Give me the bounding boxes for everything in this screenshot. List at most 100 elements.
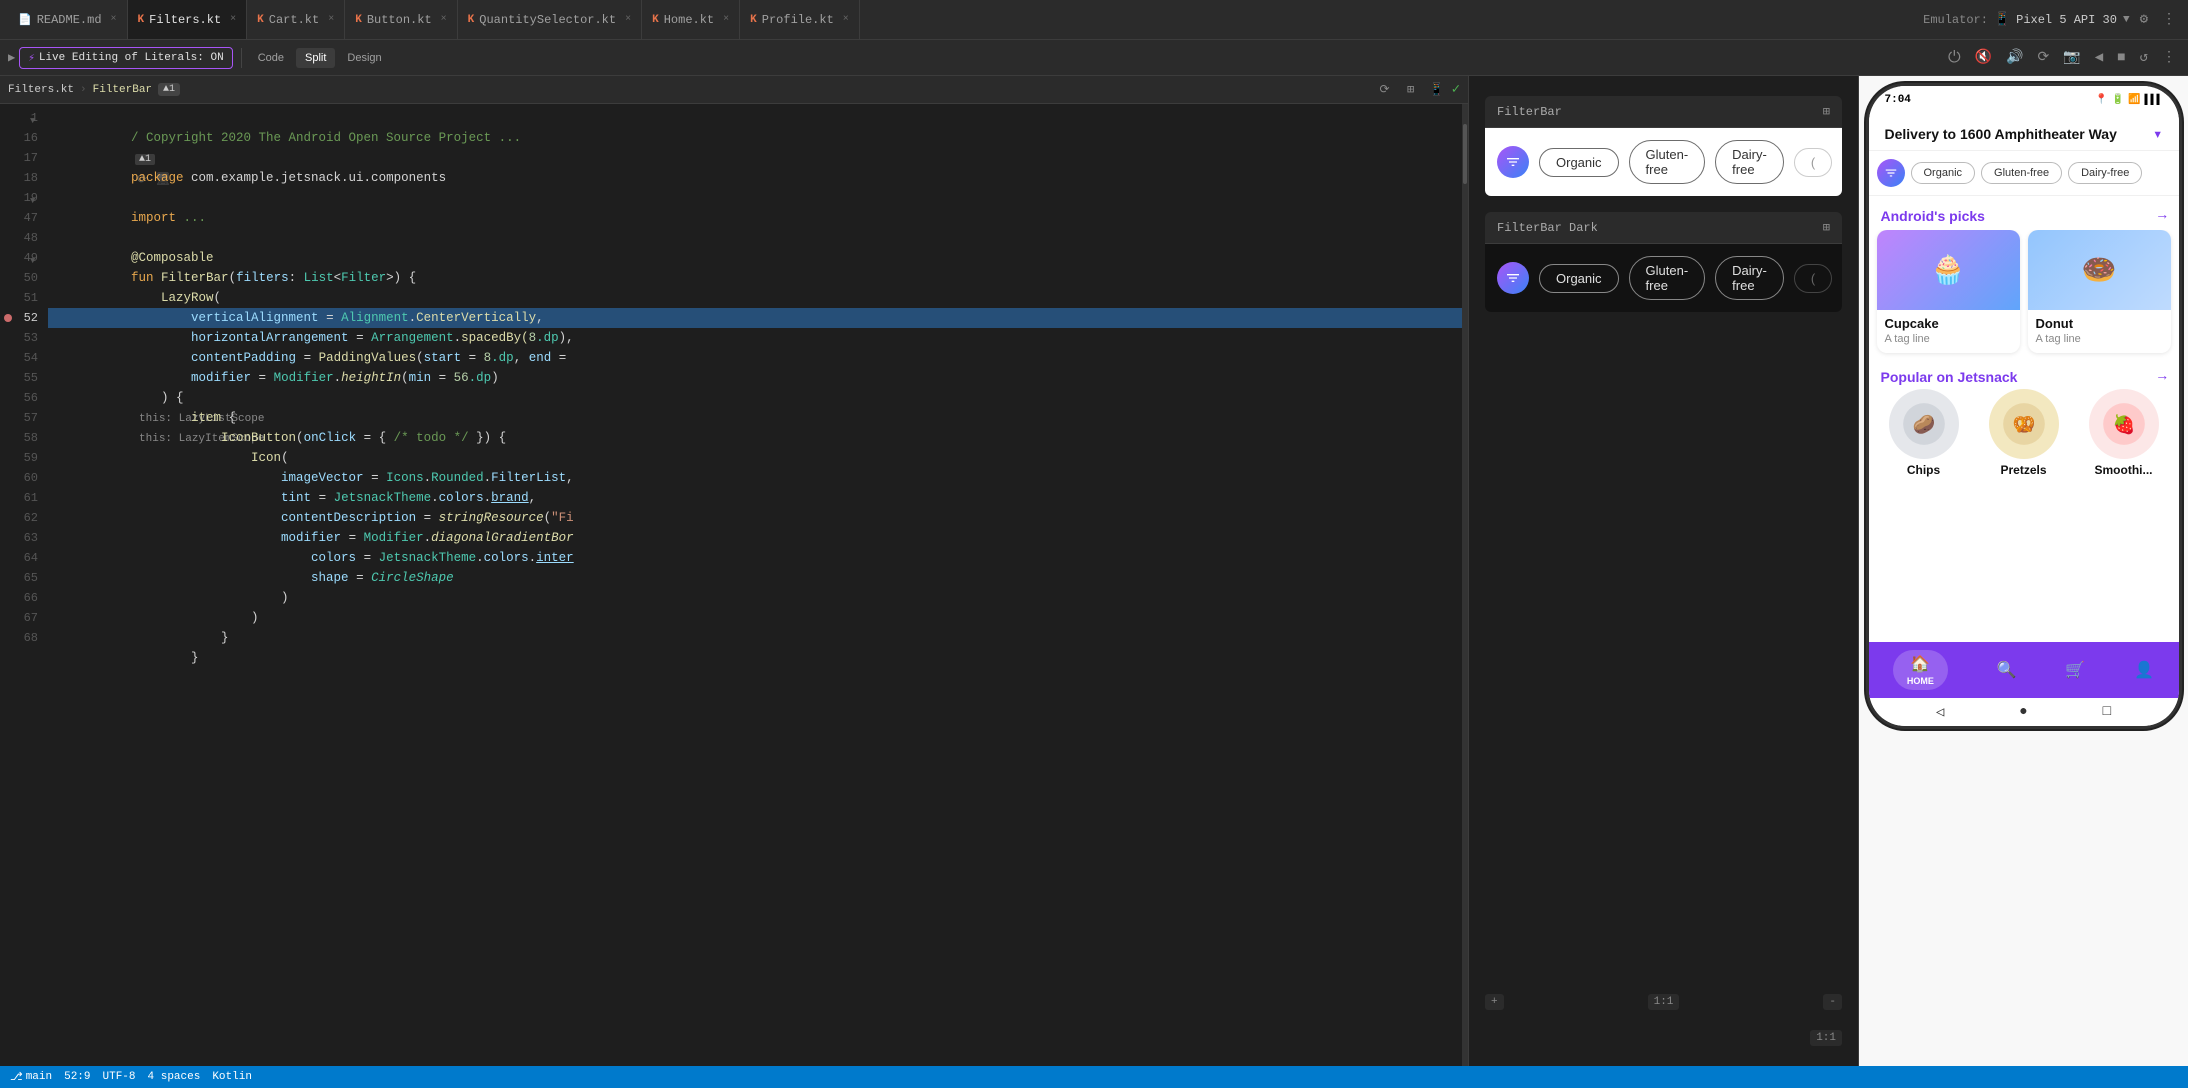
more-options-icon[interactable]: ⋮ <box>2158 47 2180 68</box>
popular-arrow[interactable]: → <box>2158 369 2166 385</box>
phone-status-bar: 7:04 📍 🔋 📶 ▌▌▌ <box>1869 86 2179 114</box>
nav-search[interactable]: 🔍 <box>1997 660 2017 680</box>
phone-delivery-bar: Delivery to 1600 Amphitheater Way ▾ <box>1869 114 2179 151</box>
cupcake-image: 🧁 <box>1877 230 2020 310</box>
phone-filter-icon[interactable] <box>1877 159 1905 187</box>
gutter-line-60: 60 <box>0 468 48 488</box>
scale-button-minus[interactable]: - <box>1823 994 1842 1010</box>
phone-picks-row: 🧁 Cupcake A tag line 🍩 Donut A tag line <box>1869 230 2179 361</box>
kotlin-icon-filters: K <box>138 14 145 26</box>
status-indent[interactable]: 4 spaces <box>148 1071 201 1083</box>
status-line-col[interactable]: 52:9 <box>64 1071 90 1083</box>
tab-filters[interactable]: K Filters.kt × <box>128 0 248 39</box>
chevron-down-icon[interactable]: ▼ <box>2123 14 2130 26</box>
tab-profile-close[interactable]: × <box>843 14 849 25</box>
tab-cart-close[interactable]: × <box>328 14 334 25</box>
chip-organic-light[interactable]: Organic <box>1539 148 1619 177</box>
code-content[interactable]: 1▼ 16 17 18 19▼ 47 48 49▼ 50 51 52 53 54… <box>0 104 1468 1066</box>
donut-name: Donut <box>2028 310 2171 333</box>
filterbar-dark-title: FilterBar Dark <box>1497 221 1598 235</box>
back-icon[interactable]: ◀ <box>2091 47 2107 68</box>
nav-home[interactable]: 🏠 HOME <box>1893 650 1948 690</box>
status-language[interactable]: Kotlin <box>212 1071 252 1083</box>
filter-icon-light[interactable] <box>1497 146 1529 178</box>
filterbar-light-header: FilterBar ⊞ <box>1485 96 1842 128</box>
tab-profile[interactable]: K Profile.kt × <box>740 0 860 39</box>
expand-dark-icon[interactable]: ⊞ <box>1823 220 1830 235</box>
phone-chip-organic[interactable]: Organic <box>1911 162 1976 184</box>
phone-chip-dairyfree[interactable]: Dairy-free <box>2068 162 2142 184</box>
sync-icon[interactable]: ⟳ <box>1374 79 1396 101</box>
gesture-recent[interactable]: □ <box>2103 704 2111 720</box>
power-icon[interactable]: ⏻ <box>1944 47 1965 69</box>
gutter-line-57: 57 <box>0 408 48 428</box>
tab-cart[interactable]: K Cart.kt × <box>247 0 345 39</box>
grid-icon[interactable]: ⊞ <box>1400 79 1422 101</box>
pick-card-cupcake[interactable]: 🧁 Cupcake A tag line <box>1877 230 2020 353</box>
gesture-home-circle[interactable]: ● <box>2019 704 2027 720</box>
chip-more-light[interactable]: ( <box>1794 148 1832 177</box>
nav-profile-icon: 👤 <box>2134 660 2154 680</box>
chip-glutenfree-light[interactable]: Gluten-free <box>1629 140 1706 184</box>
breadcrumb-sep: › <box>80 84 87 96</box>
tab-qty-close[interactable]: × <box>625 14 631 25</box>
tab-readme[interactable]: 📄 README.md × <box>8 0 128 39</box>
vertical-scrollbar[interactable] <box>1462 104 1468 1066</box>
pick-card-donut[interactable]: 🍩 Donut A tag line <box>2028 230 2171 353</box>
split-view-button[interactable]: Split <box>297 49 334 67</box>
gutter-line-1: 1▼ <box>0 108 48 128</box>
tab-button-close[interactable]: × <box>441 14 447 25</box>
chip-organic-dark[interactable]: Organic <box>1539 264 1619 293</box>
popular-card-pretzels[interactable]: 🥨 Pretzels <box>1977 389 2071 477</box>
phone-chip-glutenfree[interactable]: Gluten-free <box>1981 162 2062 184</box>
design-view-button[interactable]: Design <box>339 49 389 67</box>
tab-quantityselector[interactable]: K QuantitySelector.kt × <box>458 0 642 39</box>
androids-picks-arrow[interactable]: → <box>2158 208 2166 224</box>
tab-button[interactable]: K Button.kt × <box>345 0 457 39</box>
filter-icon-dark[interactable] <box>1497 262 1529 294</box>
expand-light-icon[interactable]: ⊞ <box>1823 104 1830 119</box>
delivery-dropdown-icon[interactable]: ▾ <box>2153 124 2163 144</box>
chip-glutenfree-dark[interactable]: Gluten-free <box>1629 256 1706 300</box>
refresh-icon[interactable]: ↺ <box>2136 47 2152 68</box>
scale-ratio[interactable]: 1:1 <box>1648 994 1680 1010</box>
donut-tag: A tag line <box>2028 333 2171 353</box>
rotate-icon[interactable]: ⟳ <box>2034 47 2054 68</box>
chip-dairyfree-light[interactable]: Dairy-free <box>1715 140 1784 184</box>
gutter-line-50: 50 <box>0 268 48 288</box>
more-icon[interactable]: ⋮ <box>2158 9 2180 30</box>
popular-card-smoothie[interactable]: 🍓 Smoothi... <box>2077 389 2171 477</box>
settings-icon[interactable]: ⚙ <box>2136 9 2152 30</box>
volume-mute-icon[interactable]: 🔇 <box>1971 47 1996 68</box>
kotlin-icon-button: K <box>355 14 362 26</box>
scrollbar-thumb[interactable] <box>1463 124 1467 184</box>
code-text-area[interactable]: / Copyright 2020 The Android Open Source… <box>48 104 1462 1066</box>
volume-icon[interactable]: 🔊 <box>2002 47 2027 68</box>
tab-filters-close[interactable]: × <box>230 14 236 25</box>
gutter-line-19: 19▼ <box>0 188 48 208</box>
scale-button-plus[interactable]: + <box>1485 994 1504 1010</box>
screenshot-icon[interactable]: 📷 <box>2059 47 2084 68</box>
chip-dairyfree-dark[interactable]: Dairy-free <box>1715 256 1784 300</box>
smoothie-name: Smoothi... <box>2095 463 2153 477</box>
live-edit-toggle[interactable]: ⚡ Live Editing of Literals: ON <box>19 47 232 69</box>
popular-card-chips[interactable]: 🥔 Chips <box>1877 389 1971 477</box>
scale-ratio-2[interactable]: 1:1 <box>1810 1030 1842 1046</box>
tab-readme-close[interactable]: × <box>111 14 117 25</box>
gutter-line-63: 63 <box>0 528 48 548</box>
nav-home-label: HOME <box>1907 676 1934 686</box>
nav-cart[interactable]: 🛒 <box>2065 660 2085 680</box>
home-btn-icon[interactable]: ■ <box>2113 48 2129 68</box>
tab-home[interactable]: K Home.kt × <box>642 0 740 39</box>
gesture-back[interactable]: ◁ <box>1936 704 1944 721</box>
tab-home-close[interactable]: × <box>723 14 729 25</box>
gutter-line-16: 16 <box>0 128 48 148</box>
filterbar-light-title: FilterBar <box>1497 105 1562 119</box>
gutter-line-56: 56 <box>0 388 48 408</box>
status-git[interactable]: ⎇ main <box>10 1070 52 1084</box>
nav-profile[interactable]: 👤 <box>2134 660 2154 680</box>
code-view-button[interactable]: Code <box>250 49 292 67</box>
status-encoding[interactable]: UTF-8 <box>103 1071 136 1083</box>
device-icon[interactable]: 📱 <box>1426 79 1448 101</box>
chip-more-dark[interactable]: ( <box>1794 264 1832 293</box>
